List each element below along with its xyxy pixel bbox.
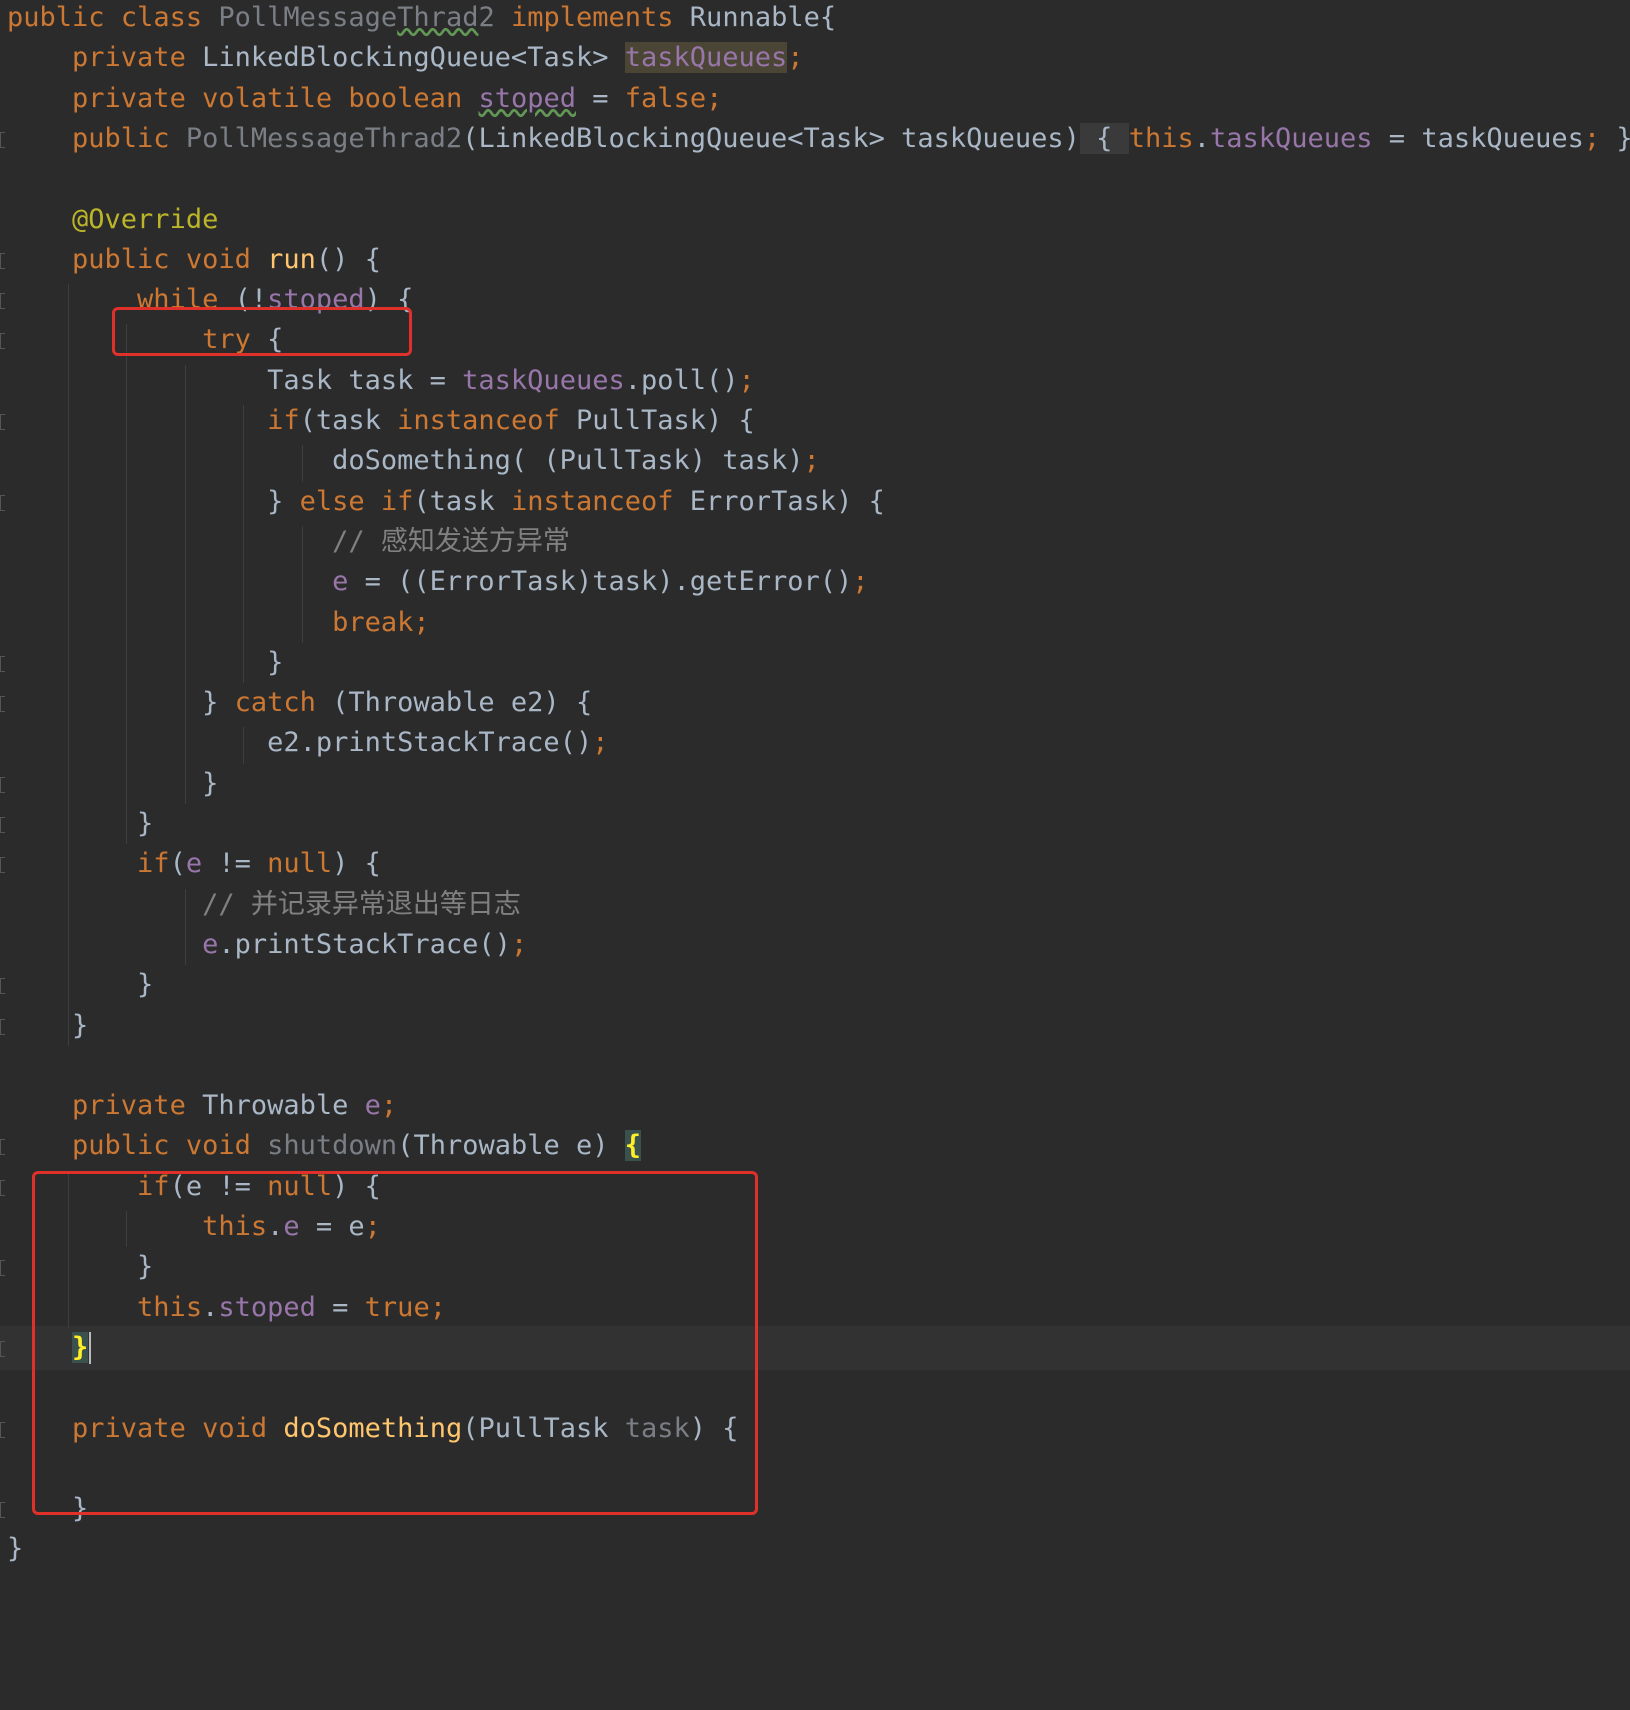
code-line[interactable]: } catch (Throwable e2) { — [0, 681, 1630, 725]
indent-guide — [302, 525, 303, 643]
fold-marker-icon[interactable] — [0, 1502, 5, 1519]
code-text: if(task instanceof PullTask) { — [267, 405, 755, 436]
fold-marker-icon[interactable] — [0, 655, 5, 672]
fold-marker-icon[interactable] — [0, 696, 5, 713]
code-text: } else if(task instanceof ErrorTask) { — [7, 485, 885, 517]
indent-guide — [243, 727, 245, 764]
fold-marker-icon[interactable] — [0, 131, 5, 148]
fold-marker-icon[interactable] — [0, 817, 5, 833]
code-line[interactable]: private Throwable e; — [0, 1084, 1630, 1128]
fold-marker-icon[interactable] — [0, 1179, 5, 1196]
code-text: // 并记录异常退出等日志 — [202, 888, 521, 920]
code-text: } catch (Throwable e2) { — [7, 687, 593, 719]
code-line[interactable]: public PollMessageThrad2(LinkedBlockingQ… — [0, 117, 1630, 161]
code-line[interactable]: @Override — [0, 198, 1630, 242]
code-line[interactable] — [0, 1044, 1630, 1088]
fold-marker-icon[interactable] — [0, 494, 5, 511]
fold-marker-icon[interactable] — [0, 1139, 5, 1156]
code-line[interactable]: doSomething( (PullTask) task); — [0, 439, 1630, 483]
code-text: public void shutdown(Throwable e) { — [72, 1130, 642, 1162]
code-text: // 感知发送方异常 — [332, 525, 570, 557]
code-text: private Throwable e; — [72, 1090, 398, 1122]
code-text: e2.printStackTrace(); — [7, 727, 609, 759]
fold-marker-icon[interactable] — [0, 1421, 5, 1438]
fold-marker-icon[interactable] — [0, 978, 5, 995]
code-line[interactable]: Task task = taskQueues.poll(); — [0, 359, 1630, 403]
code-text: } — [7, 969, 154, 1001]
code-line[interactable]: if(task instanceof PullTask) { — [0, 399, 1630, 443]
code-line[interactable]: } — [0, 1004, 1630, 1048]
code-line[interactable] — [0, 157, 1630, 201]
highlight-box-shutdown-method — [32, 1171, 758, 1515]
indent-guide — [67, 284, 69, 1046]
fold-marker-icon[interactable] — [0, 1340, 5, 1357]
code-line[interactable]: public void shutdown(Throwable e) { — [0, 1124, 1630, 1168]
code-line[interactable]: break; — [0, 601, 1630, 645]
highlight-box-while-loop — [112, 307, 412, 356]
code-text: } — [7, 1009, 89, 1041]
code-text: private volatile boolean stoped = false; — [72, 82, 723, 114]
code-text: public class PollMessageThrad2 implement… — [7, 2, 837, 33]
code-text: private LinkedBlockingQueue<Task> taskQu… — [72, 42, 804, 74]
code-line[interactable]: private volatile boolean stoped = false; — [0, 77, 1630, 121]
fold-marker-icon[interactable] — [0, 333, 5, 350]
code-line[interactable]: } — [0, 1527, 1630, 1571]
code-line[interactable]: } — [0, 762, 1630, 806]
fold-marker-icon[interactable] — [0, 414, 5, 430]
code-line[interactable]: } — [0, 963, 1630, 1007]
fold-marker-icon[interactable] — [0, 1018, 5, 1035]
code-text: if(e != null) { — [137, 848, 381, 880]
fold-marker-icon[interactable] — [0, 252, 5, 269]
code-editor[interactable]: public class PollMessageThrad2 implement… — [0, 0, 1630, 1710]
code-text: break; — [332, 606, 430, 638]
code-line[interactable]: private LinkedBlockingQueue<Task> taskQu… — [0, 36, 1630, 80]
code-text: } — [7, 767, 219, 799]
indent-guide — [126, 324, 128, 845]
code-line[interactable]: public class PollMessageThrad2 implement… — [0, 0, 1630, 40]
fold-marker-icon[interactable] — [0, 293, 5, 310]
code-line[interactable]: // 并记录异常退出等日志 — [0, 883, 1630, 927]
code-line[interactable]: e2.printStackTrace(); — [0, 721, 1630, 765]
code-text: public PollMessageThrad2(LinkedBlockingQ… — [72, 122, 1630, 154]
code-text: } — [7, 808, 154, 839]
code-text: public void run() { — [72, 243, 381, 275]
code-line[interactable]: e = ((ErrorTask)task).getError(); — [0, 560, 1630, 604]
code-line[interactable]: } — [0, 802, 1630, 846]
code-text: Task task = taskQueues.poll(); — [7, 364, 755, 396]
code-line[interactable]: e.printStackTrace(); — [0, 923, 1630, 967]
fold-marker-icon[interactable] — [0, 1260, 5, 1277]
code-text: e.printStackTrace(); — [202, 928, 528, 960]
code-text: } — [7, 1533, 24, 1565]
code-text: } — [7, 646, 284, 678]
indent-guide — [184, 364, 186, 804]
fold-marker-icon[interactable] — [0, 776, 5, 793]
indent-guide — [302, 445, 303, 482]
indent-guide — [243, 405, 245, 684]
code-text: e = ((ErrorTask)task).getError(); — [332, 566, 869, 598]
code-line[interactable]: // 感知发送方异常 — [0, 520, 1630, 564]
code-line[interactable]: } — [0, 641, 1630, 685]
code-line[interactable]: public void run() { — [0, 238, 1630, 282]
code-line[interactable]: } else if(task instanceof ErrorTask) { — [0, 480, 1630, 524]
code-text: @Override — [72, 203, 219, 235]
fold-marker-icon[interactable] — [0, 857, 5, 874]
code-text: doSomething( (PullTask) task); — [7, 445, 820, 477]
indent-guide — [184, 888, 186, 966]
code-line[interactable]: if(e != null) { — [0, 842, 1630, 886]
